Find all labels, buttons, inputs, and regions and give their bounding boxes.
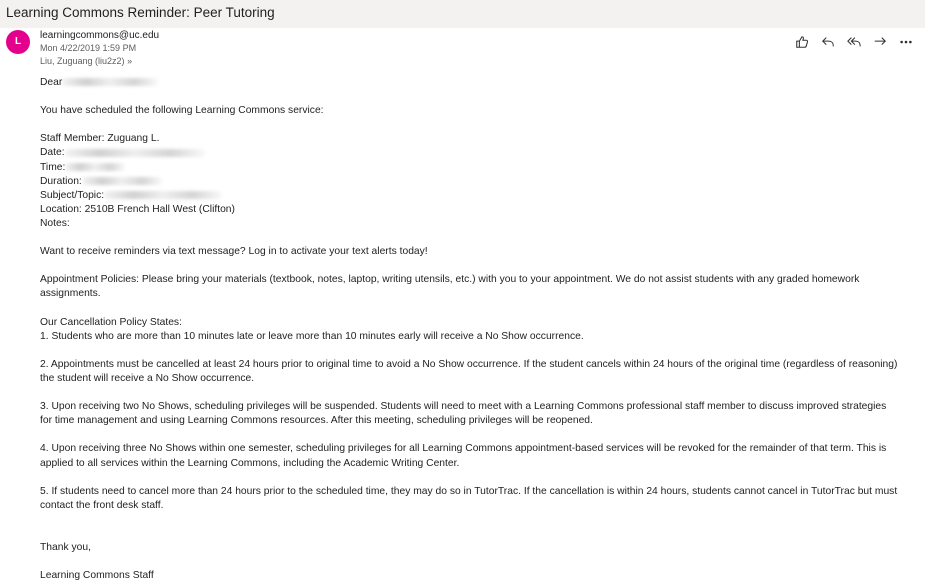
cancellation-header: Our Cancellation Policy States:: [40, 316, 182, 328]
email-subject: Learning Commons Reminder: Peer Tutoring: [0, 0, 925, 28]
policy-item-4: 4. Upon receiving three No Shows within …: [40, 443, 887, 469]
recipient-name[interactable]: Liu, Zuguang (liu2z2): [40, 56, 125, 66]
redacted-time: [65, 162, 126, 171]
intro-text: You have scheduled the following Learnin…: [40, 105, 324, 117]
redacted-subject: [104, 191, 223, 200]
sms-reminder-text: Want to receive reminders via text messa…: [40, 246, 428, 258]
time-label: Time:: [40, 161, 66, 173]
sender-address[interactable]: learningcommons@uc.edu: [40, 29, 159, 42]
email-body: Dear You have scheduled the following Le…: [40, 76, 900, 583]
chevron-down-icon[interactable]: »: [127, 56, 132, 66]
redacted-date: [64, 148, 205, 157]
time-line: Time:: [40, 161, 900, 175]
redacted-duration: [81, 176, 162, 185]
appointment-policies: Appointment Policies: Please bring your …: [40, 274, 860, 300]
redacted-name: [62, 78, 159, 87]
thumbs-up-icon[interactable]: [793, 34, 811, 50]
date-label: Date:: [40, 147, 65, 159]
sender-info: learningcommons@uc.edu Mon 4/22/2019 1:5…: [40, 29, 159, 68]
subject-label: Subject/Topic:: [40, 189, 105, 201]
more-icon[interactable]: [897, 34, 915, 50]
greeting: Dear: [40, 77, 63, 88]
location-line: Location: 2510B French Hall West (Clifto…: [40, 203, 235, 215]
notes-line: Notes:: [40, 217, 70, 229]
reply-all-icon[interactable]: [845, 34, 863, 50]
duration-label: Duration:: [40, 175, 82, 187]
reply-icon[interactable]: [819, 34, 837, 50]
staff-member: Staff Member: Zuguang L.: [40, 133, 160, 145]
greeting-line: Dear: [40, 76, 900, 90]
date-line: Date:: [40, 146, 900, 160]
closing-thanks: Thank you,: [40, 542, 91, 554]
forward-icon[interactable]: [871, 34, 889, 50]
policy-item-3: 3. Upon receiving two No Shows, scheduli…: [40, 401, 887, 427]
signature: Learning Commons Staff: [40, 570, 154, 582]
message-actions: [793, 34, 915, 50]
policy-item-2: 2. Appointments must be cancelled at lea…: [40, 358, 898, 384]
policy-item-5: 5. If students need to cancel more than …: [40, 485, 898, 511]
sender-avatar[interactable]: L: [6, 30, 30, 54]
duration-line: Duration:: [40, 175, 900, 189]
subject-line: Subject/Topic:: [40, 189, 900, 203]
recipient-line[interactable]: Liu, Zuguang (liu2z2) »: [40, 55, 159, 68]
sent-date: Mon 4/22/2019 1:59 PM: [40, 43, 137, 53]
policy-item-1: 1. Students who are more than 10 minutes…: [40, 330, 584, 342]
